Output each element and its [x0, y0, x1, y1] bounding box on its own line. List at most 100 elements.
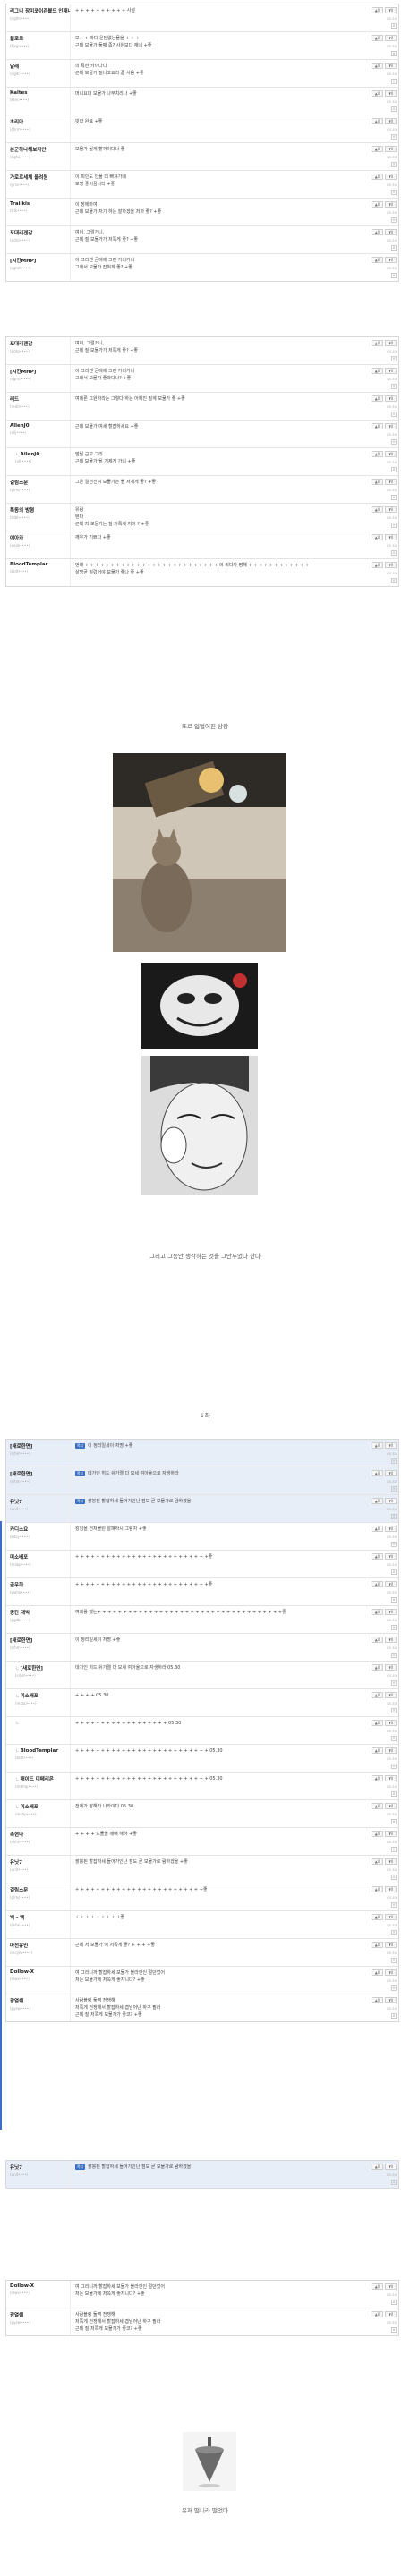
upvote-button[interactable]: ▲0	[372, 1692, 383, 1698]
upvote-button[interactable]: ▲0	[372, 1553, 383, 1560]
downvote-button[interactable]: ▼0	[385, 451, 397, 457]
delete-icon[interactable]: ×	[391, 1985, 397, 1991]
downvote-button[interactable]: ▼0	[385, 146, 397, 152]
downvote-button[interactable]: ▼0	[385, 1442, 397, 1449]
delete-icon[interactable]: ×	[391, 106, 397, 112]
downvote-button[interactable]: ▼0	[385, 1997, 397, 2003]
author-nickname[interactable]: 광열쉐	[10, 2313, 23, 2318]
message-tag[interactable]: 쪽지	[75, 2164, 85, 2170]
delete-icon[interactable]: ×	[391, 384, 397, 389]
downvote-button[interactable]: ▼0	[385, 1914, 397, 1920]
author-nickname[interactable]: 미소배포	[21, 1694, 38, 1699]
delete-icon[interactable]: ×	[391, 134, 397, 140]
message-tag[interactable]: 쪽지	[75, 1470, 85, 1476]
downvote-button[interactable]: ▼0	[385, 1609, 397, 1615]
author-nickname[interactable]: 미소배포	[21, 1805, 38, 1810]
downvote-button[interactable]: ▼0	[385, 479, 397, 485]
upvote-button[interactable]: ▲0	[372, 368, 383, 374]
delete-icon[interactable]: ×	[391, 1764, 397, 1769]
author-nickname[interactable]: 유닛7	[10, 1500, 22, 1505]
upvote-button[interactable]: ▲0	[372, 395, 383, 402]
message-tag[interactable]: 쪽지	[75, 1498, 85, 1504]
author-nickname[interactable]: 촉현나	[10, 1832, 23, 1838]
upvote-button[interactable]: ▲0	[372, 506, 383, 513]
upvote-button[interactable]: ▲0	[372, 1942, 383, 1948]
delete-icon[interactable]: ×	[391, 356, 397, 361]
delete-icon[interactable]: ×	[391, 1875, 397, 1880]
delete-icon[interactable]: ×	[391, 1958, 397, 1963]
delete-icon[interactable]: ×	[391, 217, 397, 223]
upvote-button[interactable]: ▲0	[372, 1637, 383, 1643]
downvote-button[interactable]: ▼0	[385, 201, 397, 208]
downvote-button[interactable]: ▼0	[385, 7, 397, 13]
delete-icon[interactable]: ×	[391, 550, 397, 556]
author-nickname[interactable]: Trailkis	[10, 201, 30, 207]
author-nickname[interactable]: 카디소요	[10, 1527, 28, 1533]
downvote-button[interactable]: ▼0	[385, 368, 397, 374]
upvote-button[interactable]: ▲0	[372, 1498, 383, 1504]
author-nickname[interactable]: Dollow-X	[10, 1969, 34, 1975]
downvote-button[interactable]: ▼0	[385, 1969, 397, 1976]
delete-icon[interactable]: ×	[391, 2327, 397, 2333]
delete-icon[interactable]: ×	[391, 467, 397, 472]
upvote-button[interactable]: ▲0	[372, 257, 383, 263]
upvote-button[interactable]: ▲0	[372, 1914, 383, 1920]
author-nickname[interactable]: AllenJ0	[10, 423, 30, 429]
downvote-button[interactable]: ▼0	[385, 118, 397, 124]
upvote-button[interactable]: ▲0	[372, 1831, 383, 1837]
downvote-button[interactable]: ▼0	[385, 1803, 397, 1809]
author-nickname[interactable]: Kaltes	[10, 90, 28, 96]
downvote-button[interactable]: ▼0	[385, 2311, 397, 2317]
downvote-button[interactable]: ▼0	[385, 1664, 397, 1671]
delete-icon[interactable]: ×	[391, 162, 397, 167]
author-nickname[interactable]: 본군하나해보자안	[10, 148, 46, 153]
delete-icon[interactable]: ×	[391, 1680, 397, 1686]
upvote-button[interactable]: ▲0	[372, 90, 383, 97]
upvote-button[interactable]: ▲0	[372, 1720, 383, 1726]
upvote-button[interactable]: ▲0	[372, 451, 383, 457]
delete-icon[interactable]: ×	[391, 1708, 397, 1713]
delete-icon[interactable]: ×	[391, 273, 397, 278]
downvote-button[interactable]: ▼0	[385, 257, 397, 263]
delete-icon[interactable]: ×	[391, 1597, 397, 1603]
delete-icon[interactable]: ×	[391, 1902, 397, 1908]
upvote-button[interactable]: ▲0	[372, 1664, 383, 1671]
delete-icon[interactable]: ×	[391, 1514, 397, 1519]
delete-icon[interactable]: ×	[391, 1930, 397, 1935]
downvote-button[interactable]: ▼0	[385, 1942, 397, 1948]
author-nickname[interactable]: [새로한면]	[21, 1666, 43, 1671]
downvote-button[interactable]: ▼0	[385, 506, 397, 513]
upvote-button[interactable]: ▲0	[372, 479, 383, 485]
delete-icon[interactable]: ×	[391, 79, 397, 84]
author-nickname[interactable]: 마천유민	[10, 1943, 28, 1949]
delete-icon[interactable]: ×	[391, 51, 397, 56]
downvote-button[interactable]: ▼0	[385, 1553, 397, 1560]
author-nickname[interactable]: [새로한면]	[10, 1638, 32, 1644]
downvote-button[interactable]: ▼0	[385, 1886, 397, 1892]
downvote-button[interactable]: ▼0	[385, 1526, 397, 1532]
downvote-button[interactable]: ▼0	[385, 229, 397, 235]
delete-icon[interactable]: ×	[391, 1736, 397, 1741]
author-nickname[interactable]: 블로르	[10, 37, 23, 42]
delete-icon[interactable]: ×	[391, 412, 397, 417]
upvote-button[interactable]: ▲0	[372, 1609, 383, 1615]
upvote-button[interactable]: ▲0	[372, 1581, 383, 1587]
author-nickname[interactable]: BloodTemplar	[21, 1748, 58, 1754]
author-nickname[interactable]: 애아카	[10, 536, 23, 541]
delete-icon[interactable]: ×	[391, 1458, 397, 1464]
author-nickname[interactable]: 유닛7	[10, 1860, 22, 1866]
delete-icon[interactable]: ×	[391, 1569, 397, 1575]
author-nickname[interactable]: BloodTemplar	[10, 562, 47, 567]
downvote-button[interactable]: ▼0	[385, 534, 397, 540]
author-nickname[interactable]: 미소배포	[10, 1555, 28, 1560]
upvote-button[interactable]: ▲0	[372, 35, 383, 41]
delete-icon[interactable]: ×	[391, 439, 397, 445]
delete-icon[interactable]: ×	[391, 190, 397, 195]
upvote-button[interactable]: ▲0	[372, 1997, 383, 2003]
author-nickname[interactable]: 포대리겐감	[10, 231, 32, 236]
upvote-button[interactable]: ▲0	[372, 2283, 383, 2290]
delete-icon[interactable]: ×	[391, 523, 397, 528]
upvote-button[interactable]: ▲0	[372, 146, 383, 152]
upvote-button[interactable]: ▲0	[372, 1470, 383, 1476]
delete-icon[interactable]: ×	[391, 1542, 397, 1547]
